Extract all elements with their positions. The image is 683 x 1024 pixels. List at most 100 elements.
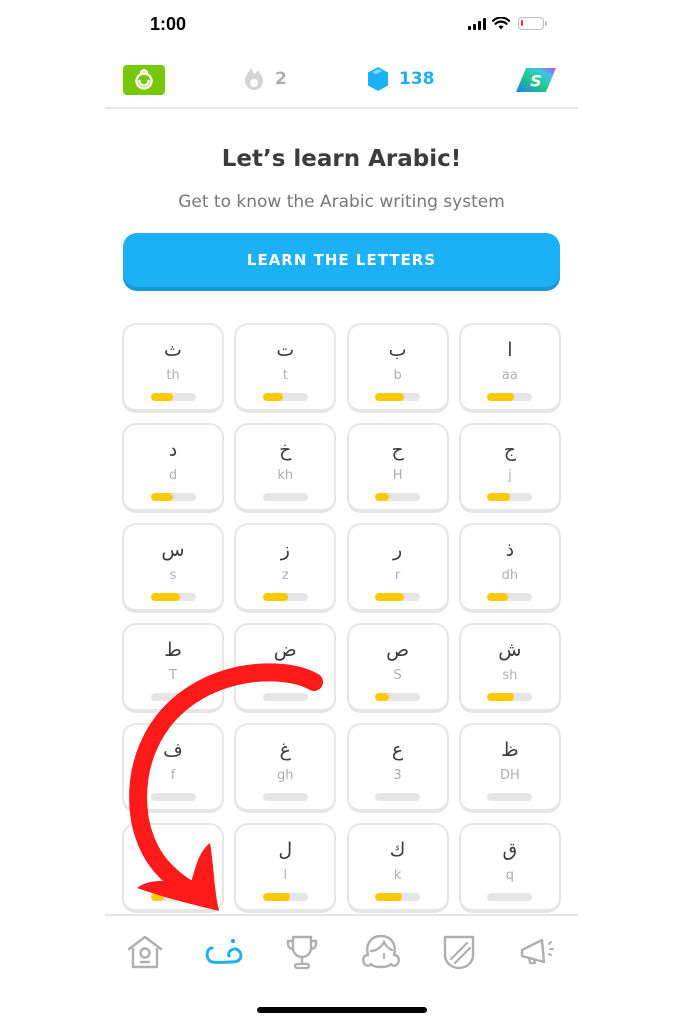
transliteration: dh (501, 568, 519, 583)
gem-icon (368, 67, 388, 91)
learn-the-letters-button[interactable]: LEARN THE LETTERS (123, 233, 560, 287)
progress-bar (375, 793, 421, 801)
arabic-course-flag-icon (135, 69, 153, 90)
nav-tab-leaderboard[interactable] (280, 930, 324, 974)
transliteration: kh (277, 468, 294, 483)
letter-card[interactable]: تt (234, 323, 337, 413)
letter-card[interactable]: ش sh (458, 623, 561, 713)
home-indicator[interactable] (257, 1007, 427, 1013)
letter-card[interactable]: قq (458, 823, 561, 913)
transliteration: gh (277, 768, 294, 783)
page-title: Let’s learn Arabic! (221, 146, 462, 172)
transliteration: 3 (393, 768, 402, 783)
progress-bar (487, 393, 533, 401)
streak-counter[interactable]: 2 (243, 66, 287, 92)
streak-count: 2 (275, 69, 287, 89)
arabic-letter: غ (279, 739, 291, 761)
shield-icon (444, 935, 475, 970)
progress-bar (487, 893, 533, 901)
bottom-nav-divider (105, 914, 578, 916)
letter-card[interactable]: ظ DH (458, 723, 561, 813)
progress-bar (262, 693, 308, 701)
progress-bar (262, 393, 308, 401)
transliteration: b (393, 368, 402, 383)
transliteration: DH (499, 768, 520, 783)
transliteration: d (168, 468, 178, 483)
letter-card[interactable] (122, 823, 224, 913)
transliteration: D (280, 668, 291, 683)
bottom-nav (105, 930, 578, 986)
nav-tab-home[interactable] (123, 930, 167, 974)
progress-fill (262, 893, 290, 901)
transliteration: r (394, 568, 401, 583)
progress-bar (150, 693, 196, 701)
arabic-letter: خ (279, 439, 292, 461)
letter-card[interactable]: جj (458, 423, 561, 513)
arabic-letter: ذ (505, 539, 515, 561)
progress-bar (262, 793, 308, 801)
letter-card[interactable]: بb (346, 323, 449, 413)
letter-card[interactable]: صS (346, 623, 449, 713)
letter-card[interactable]: لl (234, 823, 337, 913)
nav-tab-profile[interactable] (359, 930, 403, 974)
nav-tab-letters[interactable] (202, 930, 246, 974)
progress-bar (487, 693, 533, 701)
arabic-letter: ف (163, 739, 183, 761)
letter-card[interactable]: حH (346, 423, 449, 513)
transliteration: sh (502, 668, 518, 683)
letter-card[interactable]: فf (122, 723, 224, 813)
letter-card[interactable]: زz (234, 523, 337, 613)
arabic-letter: ش (498, 639, 522, 661)
arabic-letter: س (161, 539, 185, 561)
arabic-letter: ا (507, 339, 513, 361)
progress-bar (375, 693, 421, 701)
progress-bar (487, 793, 533, 801)
letter-card[interactable]: غ gh (234, 723, 337, 813)
progress-fill (262, 593, 288, 601)
course-selector[interactable] (123, 65, 165, 95)
letter-card[interactable]: خ kh (234, 423, 337, 513)
progress-bar (262, 593, 308, 601)
letter-card[interactable]: ا aa (458, 323, 561, 413)
letter-card[interactable]: دd (122, 423, 224, 513)
progress-fill (375, 393, 405, 401)
progress-bar (487, 493, 533, 501)
transliteration: S (393, 668, 402, 683)
transliteration: s (169, 568, 177, 583)
arabic-letter-icon (205, 938, 243, 964)
letter-card[interactable]: طT (122, 623, 224, 713)
super-duolingo-icon[interactable]: S (515, 67, 557, 93)
progress-bar (262, 493, 308, 501)
arabic-letter: ص (386, 639, 410, 661)
letter-card[interactable]: كk (346, 823, 449, 913)
birdhouse-icon (127, 935, 163, 969)
progress-bar (487, 593, 533, 601)
flame-icon (245, 67, 263, 90)
wifi-icon (492, 17, 510, 30)
letter-card[interactable]: سs (122, 523, 224, 613)
svg-text:S: S (530, 72, 542, 91)
transliteration: T (169, 668, 177, 683)
letter-card[interactable]: ذ dh (458, 523, 561, 613)
nav-tab-shop[interactable] (437, 930, 481, 974)
letter-card[interactable]: ع3 (346, 723, 449, 813)
progress-fill (487, 493, 510, 501)
transliteration: k (393, 868, 402, 883)
nav-tab-news[interactable] (516, 930, 560, 974)
gems-count: 138 (399, 69, 435, 89)
letter-card[interactable]: ضD (234, 623, 337, 713)
arabic-letter: ض (273, 639, 297, 661)
transliteration: f (170, 768, 176, 783)
progress-bar (150, 493, 196, 501)
progress-bar (375, 593, 421, 601)
progress-bar (150, 593, 196, 601)
letter-grid: ث th ت t ب b ا aa د d خ kh ح H ج j س s ز z ر r ذ dh ط T ض D ص S ش sh ف f غ… (122, 323, 561, 913)
progress-bar (262, 893, 308, 901)
gems-counter[interactable]: 138 (367, 66, 435, 92)
transliteration: q (505, 868, 515, 883)
transliteration: z (281, 568, 289, 583)
letter-card[interactable]: رr (346, 523, 449, 613)
progress-fill (150, 393, 173, 401)
arabic-letter: ك (389, 839, 406, 861)
letter-card[interactable]: ث th (122, 323, 224, 413)
